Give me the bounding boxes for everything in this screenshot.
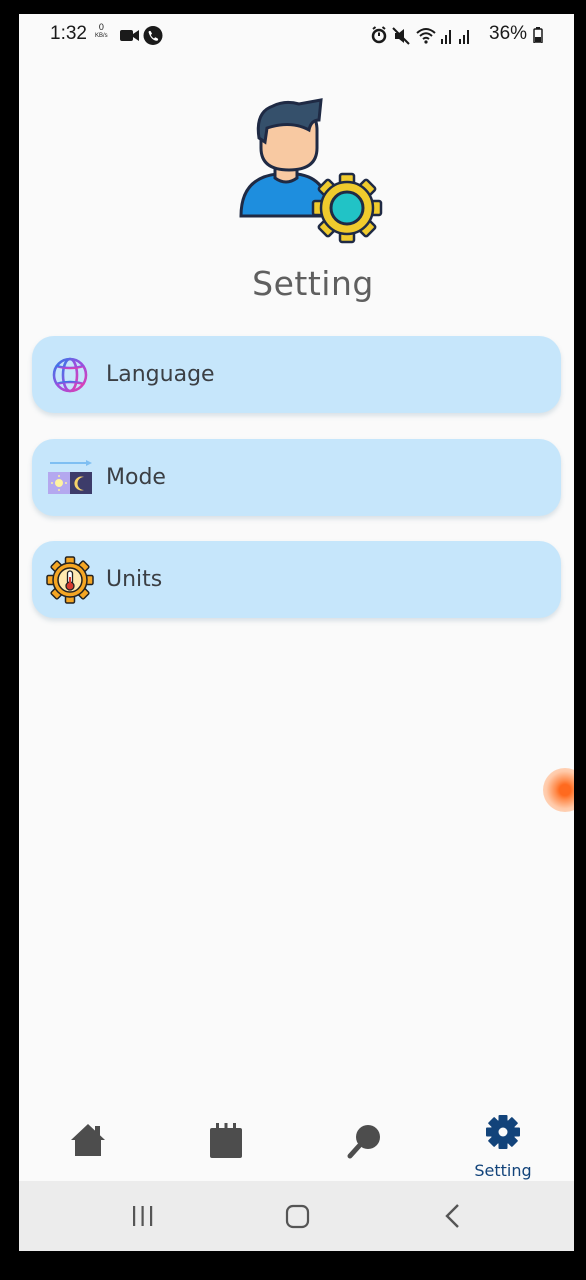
mute-icon (392, 27, 410, 45)
nav-label: Setting (474, 1161, 532, 1180)
network-speed: 0 KB/s (95, 23, 108, 41)
back-icon[interactable] (443, 1203, 463, 1229)
menu-item-units[interactable]: Units (32, 541, 561, 618)
recent-apps-icon[interactable] (131, 1203, 155, 1229)
menu-item-label: Mode (106, 465, 166, 490)
home-icon (71, 1124, 105, 1156)
day-night-mode-icon (48, 460, 92, 494)
phone-call-icon (143, 26, 163, 45)
floating-assistive-button[interactable] (543, 768, 574, 812)
page-title: Setting (252, 264, 374, 303)
alarm-icon (371, 26, 387, 44)
menu-item-mode[interactable]: Mode (32, 439, 561, 516)
network-speed-unit: KB/s (95, 33, 108, 39)
wifi-icon (416, 28, 436, 44)
battery-icon (533, 27, 543, 43)
status-time: 1:32 (50, 23, 87, 44)
status-bar: 1:32 0 KB/s 36% (19, 14, 574, 56)
user-settings-illustration (239, 98, 383, 244)
globe-icon (52, 357, 88, 393)
battery-percentage: 36% (489, 23, 528, 44)
status-right-icons (371, 26, 489, 50)
video-call-icon (120, 30, 139, 41)
thermometer-gear-icon (46, 556, 94, 604)
network-speed-value: 0 (98, 22, 104, 32)
status-left-icons (120, 26, 166, 50)
nav-calendar[interactable] (157, 1104, 295, 1184)
bottom-navigation: Setting (19, 1104, 574, 1184)
menu-item-label: Language (106, 362, 215, 387)
app-screen: 1:32 0 KB/s 36% Setting Language Mode Un… (19, 14, 574, 1251)
gear-icon (486, 1115, 520, 1149)
signal-icon-2 (459, 30, 469, 44)
calendar-icon (210, 1123, 242, 1158)
nav-search[interactable] (296, 1104, 434, 1184)
search-icon (347, 1125, 380, 1159)
home-button-icon[interactable] (285, 1203, 311, 1229)
menu-item-label: Units (106, 567, 163, 592)
gear-badge-icon (311, 172, 383, 244)
menu-item-language[interactable]: Language (32, 336, 561, 413)
nav-setting[interactable]: Setting (434, 1104, 572, 1184)
nav-home[interactable] (19, 1104, 157, 1184)
system-navigation-bar (19, 1181, 574, 1251)
user-avatar-icon (239, 98, 331, 218)
signal-icon-1 (441, 30, 451, 44)
